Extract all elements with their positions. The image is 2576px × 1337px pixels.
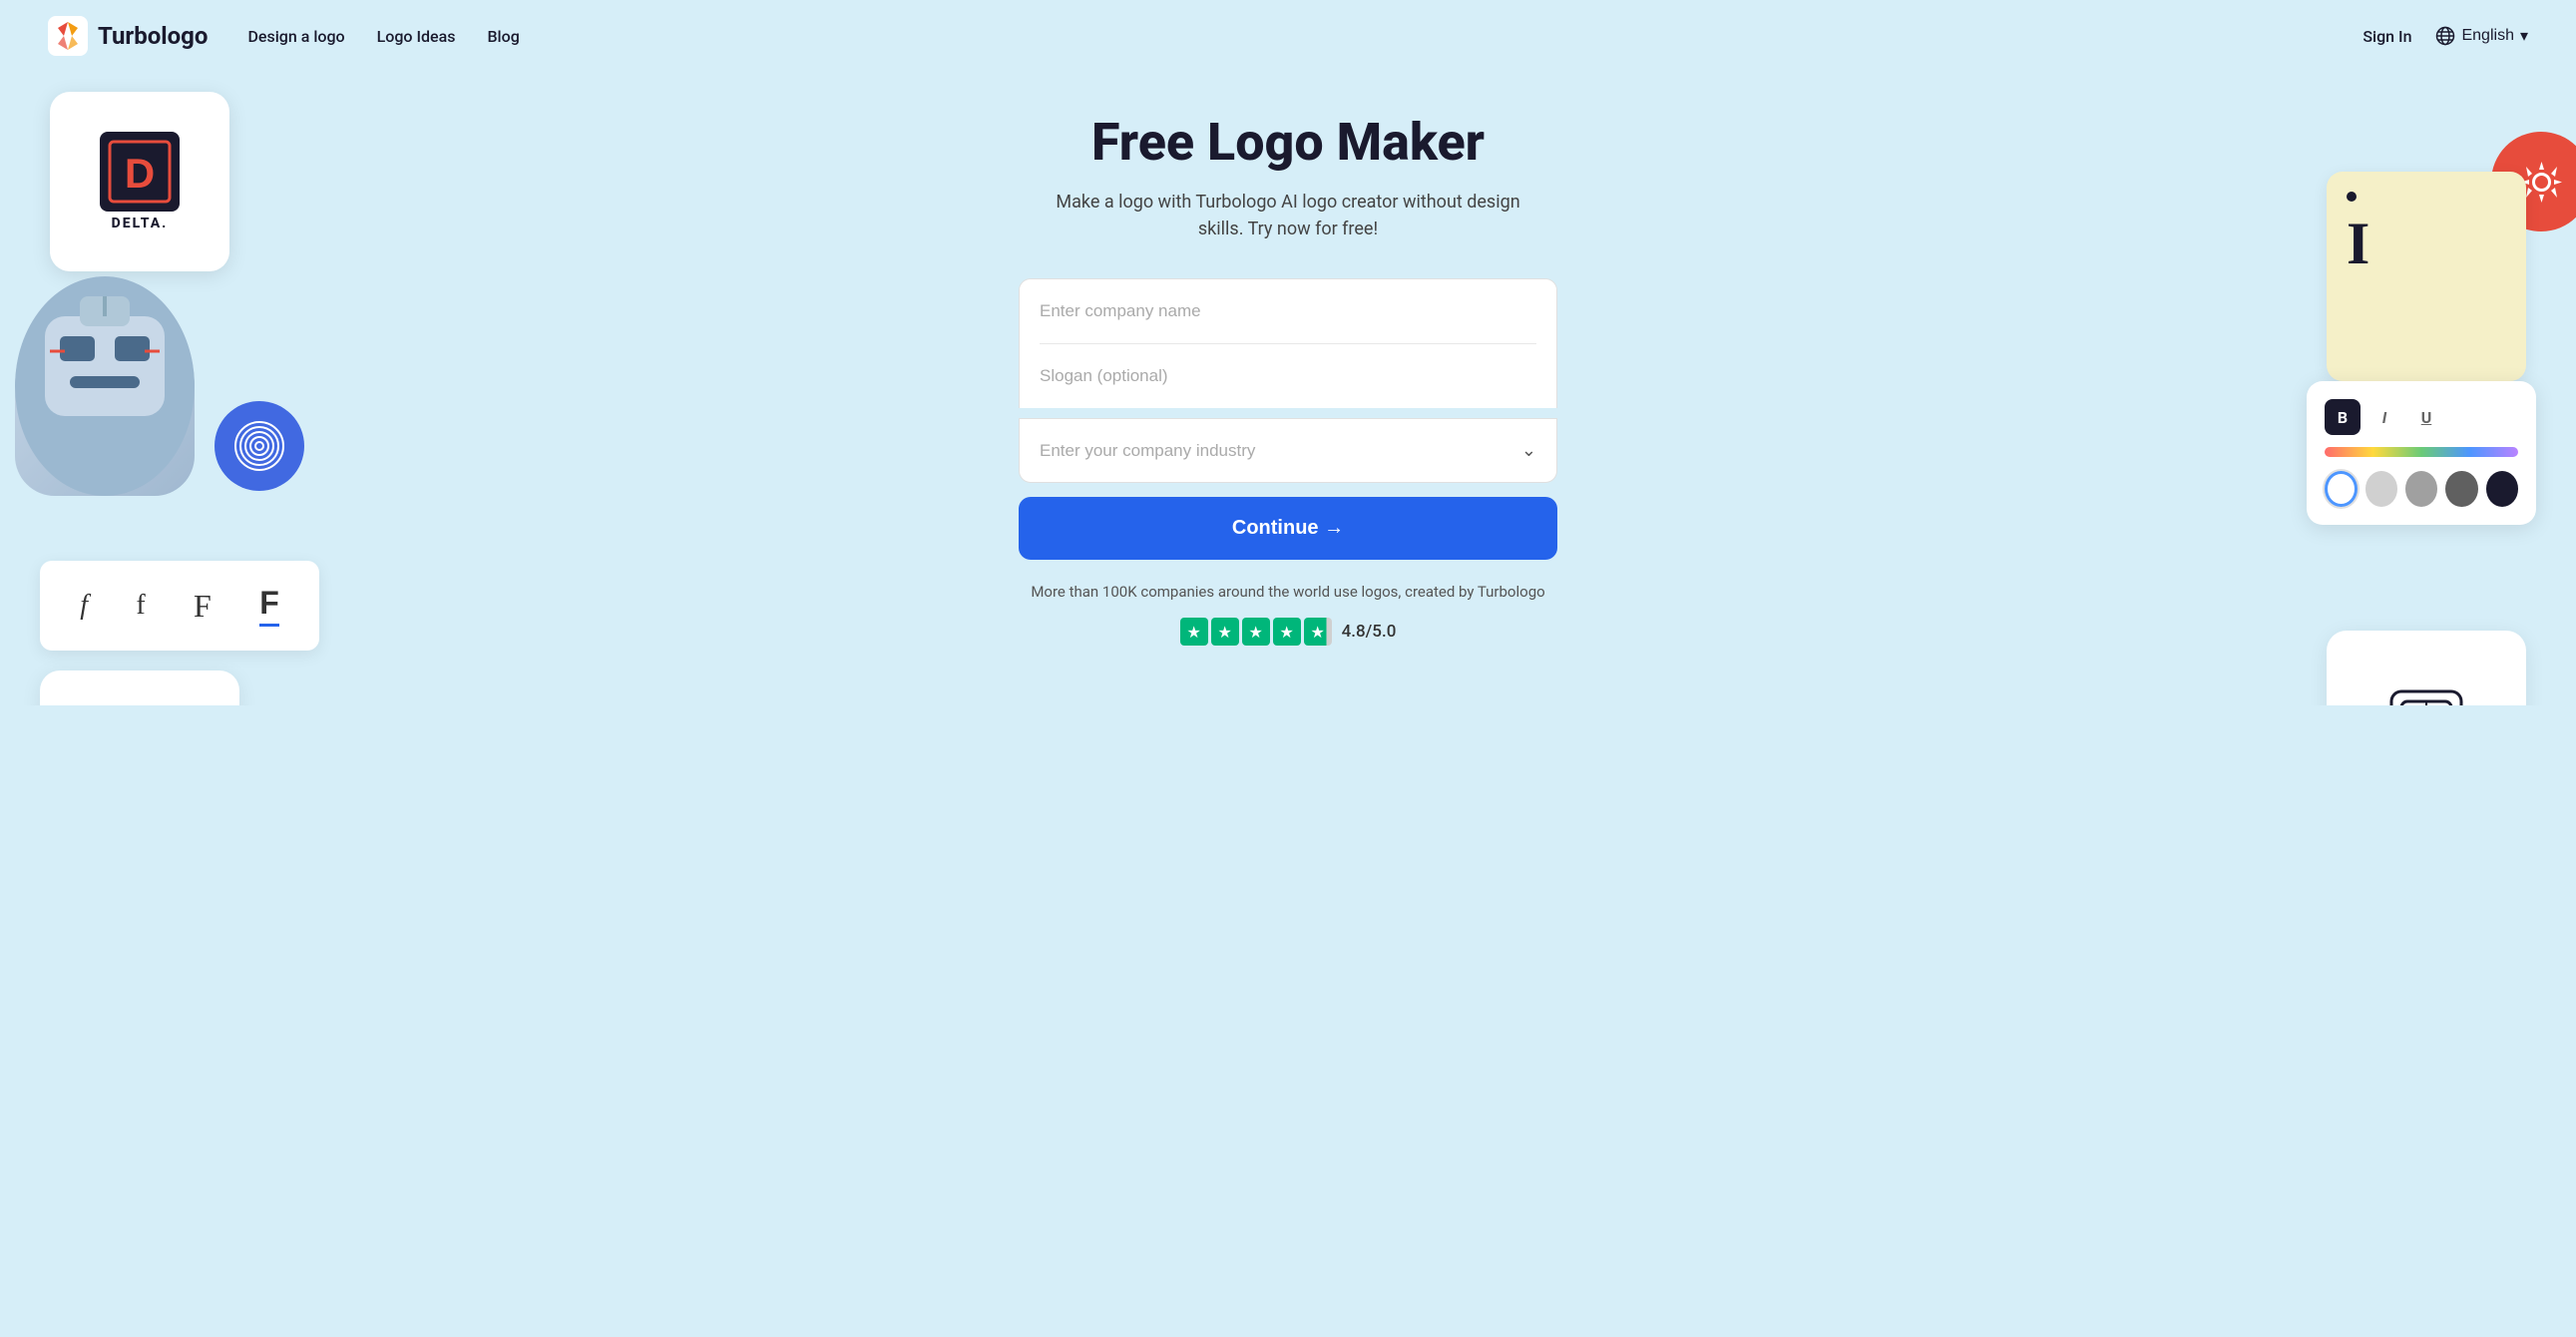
nav-blog-link[interactable]: Blog	[487, 27, 519, 46]
nav-links: Design a logo Logo Ideas Blog	[247, 27, 519, 46]
chevron-down-icon: ⌄	[1521, 440, 1536, 461]
star-1: ★	[1180, 618, 1208, 646]
trustpilot-stars: ★ ★ ★ ★ ★	[1180, 618, 1332, 646]
deco-front-card: F FRONT	[40, 670, 239, 705]
color-gradient-bar	[2325, 447, 2518, 457]
deco-gear-card	[2491, 132, 2576, 231]
deco-delta-card: D DELTA.	[50, 92, 229, 271]
hero-title: Free Logo Maker	[1091, 112, 1485, 173]
globe-icon	[2435, 26, 2455, 46]
metro-icon	[2386, 681, 2466, 706]
font-f-caps: F	[194, 588, 212, 625]
star-4: ★	[1273, 618, 1301, 646]
font-f-serif: f	[80, 590, 88, 622]
deco-metro-card: METRO	[2327, 631, 2526, 705]
deco-text-editor-card: B I U	[2307, 381, 2536, 525]
language-button[interactable]: English ▾	[2435, 26, 2528, 46]
svg-text:D: D	[125, 150, 155, 197]
deco-fingerprint-card	[215, 401, 304, 491]
italic-button: I	[2366, 399, 2402, 435]
star-3: ★	[1242, 618, 1270, 646]
industry-select[interactable]: Enter your company industry Technology H…	[1040, 419, 1521, 482]
language-label: English	[2461, 27, 2513, 45]
continue-button[interactable]: Continue →	[1019, 497, 1557, 560]
color-swatch-gray	[2405, 471, 2437, 507]
color-swatch-darkgray	[2445, 471, 2477, 507]
rating-score: 4.8/5.0	[1342, 622, 1397, 642]
star-5-partial: ★	[1304, 618, 1332, 646]
color-swatch-lightgray	[2365, 471, 2397, 507]
color-swatch-black	[2486, 471, 2518, 507]
deco-yellow-card: I	[2327, 172, 2526, 381]
color-swatch-white	[2325, 471, 2358, 507]
underline-button: U	[2408, 399, 2444, 435]
deco-robot-card	[15, 276, 195, 496]
navbar: Turbologo Design a logo Logo Ideas Blog …	[0, 0, 2576, 72]
robot-icon	[15, 276, 195, 496]
main-content: D DELTA.	[0, 72, 2576, 705]
font-f-underline: F	[259, 585, 279, 627]
nav-left: Turbologo Design a logo Logo Ideas Blog	[48, 16, 520, 56]
fingerprint-icon	[232, 419, 286, 473]
star-2: ★	[1211, 618, 1239, 646]
slogan-input[interactable]	[1020, 344, 1556, 408]
industry-select-group: Enter your company industry Technology H…	[1019, 418, 1557, 483]
chevron-down-icon: ▾	[2520, 26, 2528, 46]
gear-icon	[2514, 155, 2569, 210]
company-name-group	[1019, 278, 1557, 408]
nav-design-link[interactable]: Design a logo	[247, 27, 344, 46]
delta-logo-icon: D	[100, 132, 180, 212]
logo-form: Enter your company industry Technology H…	[1019, 278, 1557, 646]
color-swatches	[2325, 471, 2518, 507]
deco-fonts-card: f f F F	[40, 561, 319, 651]
trust-text: More than 100K companies around the worl…	[1019, 580, 1557, 604]
nav-right: Sign In English ▾	[2362, 26, 2528, 46]
rating-row: ★ ★ ★ ★ ★ 4.8/5.0	[1019, 618, 1557, 646]
company-name-input[interactable]	[1020, 279, 1556, 343]
turbologo-icon	[48, 16, 88, 56]
bold-button: B	[2325, 399, 2361, 435]
logo-text: Turbologo	[98, 22, 208, 50]
logo-link[interactable]: Turbologo	[48, 16, 208, 56]
editor-toolbar: B I U	[2325, 399, 2518, 435]
sign-in-link[interactable]: Sign In	[2362, 27, 2411, 46]
hero-subtitle: Make a logo with Turbologo AI logo creat…	[1039, 189, 1537, 242]
continue-label: Continue →	[1232, 517, 1344, 540]
font-f-regular: f	[136, 590, 145, 622]
nav-ideas-link[interactable]: Logo Ideas	[377, 27, 456, 46]
delta-label: DELTA.	[112, 216, 169, 231]
